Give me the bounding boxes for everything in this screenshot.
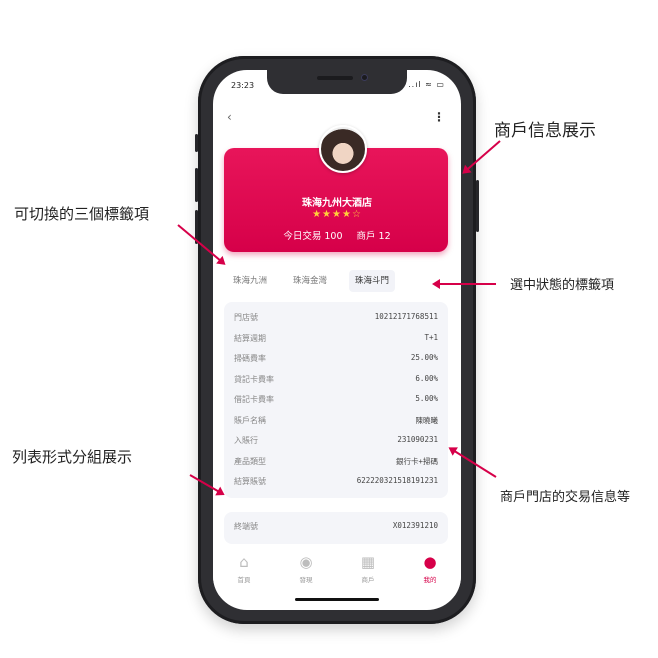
info-row: 借記卡費率 5.00% bbox=[234, 394, 438, 412]
info-label: 終端號 bbox=[234, 522, 258, 531]
power-button bbox=[476, 180, 479, 232]
callout-merchant-info: 商戶信息展示 bbox=[494, 121, 596, 141]
today-tx-label: 今日交易 bbox=[283, 231, 322, 242]
home-indicator bbox=[295, 598, 379, 601]
info-row: 產品類型 銀行卡+掃碼 bbox=[234, 456, 438, 474]
info-row: 貸記卡費率 6.00% bbox=[234, 374, 438, 392]
callout-selected-tab: 選中狀態的標籤項 bbox=[510, 278, 615, 293]
tab-zhuhai-jiuzhou[interactable]: 珠海九洲 bbox=[227, 270, 273, 292]
merchants-label: 商戶 bbox=[356, 231, 376, 242]
info-label: 結算賬號 bbox=[234, 477, 266, 486]
info-label: 門店號 bbox=[234, 313, 258, 322]
tabbar-label: 發現 bbox=[299, 576, 313, 584]
info-value: X012391210 bbox=[392, 521, 438, 530]
info-label: 結算週期 bbox=[234, 333, 266, 343]
info-value: T+1 bbox=[424, 332, 438, 342]
info-row: 掃碼費率 25.00% bbox=[234, 353, 438, 371]
callout-list-group: 列表形式分組展示 bbox=[12, 448, 133, 466]
tabbar-label: 我的 bbox=[423, 576, 437, 584]
speaker bbox=[317, 76, 353, 80]
merchants-value: 12 bbox=[378, 231, 391, 242]
notch bbox=[267, 70, 407, 94]
callout-three-tabs: 可切換的三個標籤項 bbox=[14, 205, 150, 223]
tabbar-label: 商戶 bbox=[361, 576, 375, 584]
info-value: 622220321518191231 bbox=[356, 476, 438, 485]
tabbar-merchants[interactable]: ▦ 商戶 bbox=[337, 552, 399, 584]
more-options-icon[interactable]: ⋮ bbox=[433, 110, 445, 124]
info-label: 貸記卡費率 bbox=[234, 374, 274, 384]
info-row: 入賬行 231090231 bbox=[234, 435, 438, 453]
terminal-panel: 終端號 X012391210 bbox=[224, 512, 448, 544]
info-row: 門店號 10212171768511 bbox=[234, 312, 438, 330]
compass-icon: ◉ bbox=[299, 553, 313, 571]
home-icon: ⌂ bbox=[239, 553, 249, 571]
status-icons: ..ıl ≈ ▭ bbox=[408, 80, 445, 89]
info-value: 6.00% bbox=[415, 373, 438, 383]
avatar bbox=[319, 125, 367, 173]
info-label: 入賬行 bbox=[234, 436, 258, 445]
today-tx-value: 100 bbox=[324, 231, 343, 242]
arrow-selected-tab bbox=[434, 283, 496, 285]
info-row: 賬戶名稱 陳曉曦 bbox=[234, 415, 438, 433]
tabbar-profile[interactable]: ● 我的 bbox=[399, 552, 461, 584]
merchant-stats: 今日交易 100 商戶 12 bbox=[213, 228, 461, 242]
tab-zhuhai-jinwan[interactable]: 珠海金灣 bbox=[287, 270, 333, 292]
info-value: 陳曉曦 bbox=[415, 415, 439, 425]
bottom-tab-bar: ⌂ 首頁 ◉ 發現 ▦ 商戶 ● 我的 bbox=[213, 552, 461, 596]
user-icon: ● bbox=[423, 553, 437, 571]
mute-switch bbox=[195, 134, 198, 152]
tabbar-home[interactable]: ⌂ 首頁 bbox=[213, 552, 275, 584]
callout-store-tx: 商戶門店的交易信息等 bbox=[500, 490, 631, 505]
info-value: 銀行卡+掃碼 bbox=[395, 456, 438, 466]
rating-stars: ★★★★☆ bbox=[312, 209, 362, 220]
store-icon: ▦ bbox=[360, 553, 376, 571]
store-info-panel: 門店號 10212171768511 結算週期 T+1 掃碼費率 25.00% 貸記卡… bbox=[224, 302, 448, 498]
info-label: 賬戶名稱 bbox=[234, 415, 266, 425]
back-icon[interactable]: ‹ bbox=[227, 110, 232, 124]
info-row: 結算賬號 622220321518191231 bbox=[234, 476, 438, 494]
tab-zhuhai-doumen[interactable]: 珠海斗門 bbox=[349, 270, 396, 292]
merchant-name: 珠海九州大酒店 bbox=[302, 198, 372, 209]
phone-screen: 23:23 ..ıl ≈ ▭ ‹ ⋮ 珠海九州大酒店 ★★★★☆ 今日交易 100… bbox=[213, 70, 461, 610]
front-camera bbox=[361, 74, 368, 81]
info-label: 借記卡費率 bbox=[234, 395, 274, 404]
info-value: 5.00% bbox=[415, 394, 438, 403]
info-row: 終端號 X012391210 bbox=[234, 521, 438, 539]
info-value: 25.00% bbox=[410, 353, 438, 362]
info-label: 掃碼費率 bbox=[234, 354, 266, 363]
tabbar-discover[interactable]: ◉ 發現 bbox=[275, 552, 337, 584]
volume-up-button bbox=[195, 168, 198, 202]
info-value: 10212171768511 bbox=[374, 312, 438, 321]
info-label: 產品類型 bbox=[234, 456, 266, 466]
tabbar-label: 首頁 bbox=[237, 576, 251, 584]
info-value: 231090231 bbox=[397, 435, 438, 444]
status-time: 23:23 bbox=[231, 81, 255, 90]
info-row: 結算週期 T+1 bbox=[234, 333, 438, 351]
